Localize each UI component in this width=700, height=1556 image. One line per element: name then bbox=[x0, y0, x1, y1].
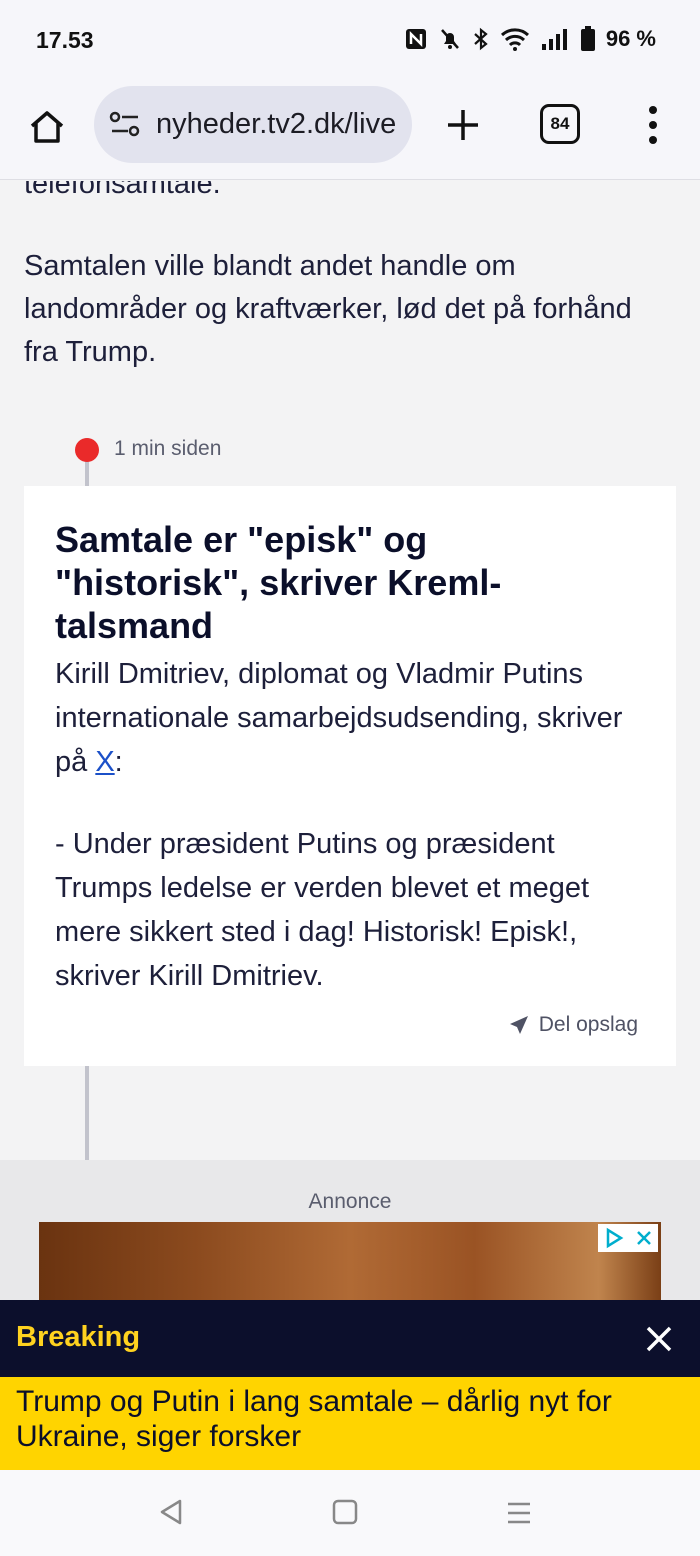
tab-count: 84 bbox=[550, 114, 570, 133]
url-text[interactable]: nyheder.tv2.dk/live bbox=[156, 108, 396, 141]
mute-bell-icon bbox=[438, 27, 462, 51]
battery-level: 96 % bbox=[605, 26, 656, 51]
close-icon bbox=[637, 1231, 651, 1245]
plus-icon bbox=[448, 110, 478, 140]
timeline-line bbox=[85, 1066, 89, 1160]
menu-lines-icon bbox=[508, 1502, 530, 1524]
wifi-icon bbox=[500, 27, 530, 51]
home-square-icon bbox=[332, 1499, 358, 1525]
close-icon bbox=[646, 1326, 672, 1352]
site-settings-icon[interactable] bbox=[108, 109, 142, 144]
post-intro-colon: : bbox=[114, 746, 123, 778]
post-intro: Kirill Dmitriev, diplomat og Vladmir Put… bbox=[55, 652, 655, 784]
new-tab-button[interactable] bbox=[440, 102, 486, 148]
x-link[interactable]: X bbox=[95, 746, 114, 778]
browser-menu-button[interactable] bbox=[636, 102, 670, 148]
system-nav-bar bbox=[0, 1470, 700, 1556]
live-post-card: Samtale er "episk" og "historisk", skriv… bbox=[24, 486, 676, 1066]
nav-recents-button[interactable] bbox=[506, 1500, 532, 1531]
post-body: Kirill Dmitriev, diplomat og Vladmir Put… bbox=[55, 652, 655, 998]
page-content: telefonsamtale. Samtalen ville blandt an… bbox=[0, 181, 700, 1300]
ad-image[interactable] bbox=[39, 1222, 661, 1300]
bluetooth-icon bbox=[472, 27, 490, 51]
home-icon bbox=[30, 111, 64, 143]
breaking-banner[interactable]: Breaking bbox=[0, 1300, 700, 1377]
signal-icon bbox=[540, 27, 570, 51]
previous-post-paragraph: Samtalen ville blandt andet handle om la… bbox=[24, 250, 632, 368]
send-icon bbox=[509, 1016, 528, 1034]
nav-back-button[interactable] bbox=[158, 1498, 184, 1531]
post-title: Samtale er "episk" og "historisk", skriv… bbox=[55, 519, 502, 646]
tab-switcher-button[interactable]: 84 bbox=[540, 104, 580, 144]
adchoices-icon bbox=[606, 1227, 624, 1249]
home-button[interactable] bbox=[22, 102, 72, 152]
back-triangle-icon bbox=[160, 1499, 182, 1525]
breaking-label: Breaking bbox=[16, 1321, 141, 1353]
browser-toolbar: nyheder.tv2.dk/live 84 bbox=[0, 80, 700, 180]
status-time: 17.53 bbox=[36, 27, 94, 53]
nav-home-button[interactable] bbox=[332, 1499, 358, 1530]
ad-label: Annonce bbox=[308, 1190, 392, 1213]
status-bar: 17.53 96 % bbox=[0, 0, 700, 80]
post-intro-text: Kirill Dmitriev, diplomat og Vladmir Put… bbox=[55, 658, 623, 778]
address-bar[interactable]: nyheder.tv2.dk/live bbox=[94, 86, 412, 163]
post-time: 1 min siden bbox=[114, 437, 222, 460]
previous-post-text: telefonsamtale. bbox=[24, 181, 221, 200]
live-dot bbox=[75, 438, 99, 462]
ad-choices[interactable] bbox=[598, 1224, 658, 1252]
post-quote: - Under præsident Putins og præsident Tr… bbox=[55, 828, 590, 992]
ad-container: Annonce bbox=[0, 1160, 700, 1300]
breaking-close-button[interactable] bbox=[644, 1324, 674, 1354]
share-post-label: Del opslag bbox=[538, 1013, 638, 1036]
more-vert-icon bbox=[649, 106, 657, 144]
battery-icon bbox=[580, 26, 596, 52]
status-icons: 96 % bbox=[404, 26, 656, 52]
share-post-button[interactable]: Del opslag bbox=[508, 1013, 638, 1037]
breaking-headline[interactable]: Trump og Putin i lang samtale – dårlig n… bbox=[0, 1377, 700, 1470]
nfc-icon bbox=[404, 27, 428, 51]
